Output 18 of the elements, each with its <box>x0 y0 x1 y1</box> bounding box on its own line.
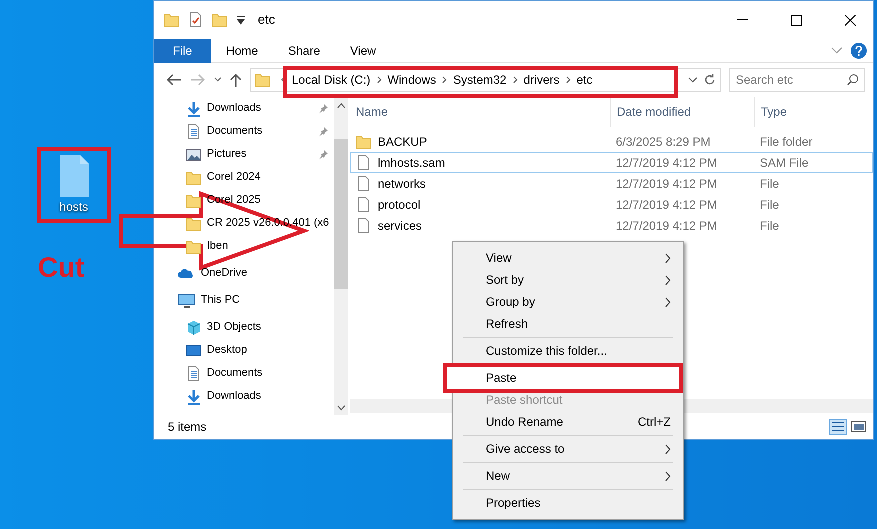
type-cell-text: SAM File <box>759 154 810 172</box>
annotation-label: Cut <box>38 251 85 285</box>
type-cell-text: File <box>759 218 780 234</box>
date-cell-text: 12/7/2019 4:12 PM <box>615 196 718 214</box>
type-cell-text: File <box>759 196 780 214</box>
type-cell-text: File <box>759 176 780 192</box>
type-cell-text: File folder <box>759 134 814 150</box>
date-cell-text: 12/7/2019 4:12 PM <box>615 218 718 234</box>
file-name: networks <box>378 176 426 192</box>
file-name: services <box>378 218 422 234</box>
file-name: BACKUP <box>378 134 428 150</box>
file-name: protocol <box>378 196 421 214</box>
date-cell-text: 12/7/2019 4:12 PM <box>615 176 718 192</box>
file-name: lmhosts.sam <box>378 154 446 172</box>
status-text: 5 items <box>168 419 207 436</box>
date-cell-text: 12/7/2019 4:12 PM <box>615 154 718 172</box>
window-title: etc <box>258 11 276 30</box>
date-cell-text: 6/3/2025 8:29 PM <box>615 134 712 150</box>
